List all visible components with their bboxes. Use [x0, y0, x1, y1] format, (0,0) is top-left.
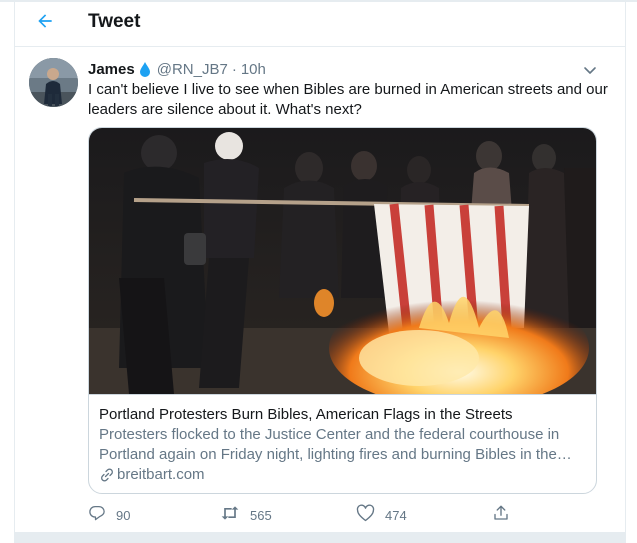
share-icon	[492, 504, 510, 527]
tweet-author-row: James @RN_JB7 · 10h	[88, 59, 266, 79]
reply-icon	[88, 504, 106, 527]
page-title: Tweet	[88, 11, 141, 32]
card-description: Protesters flocked to the Justice Center…	[99, 426, 560, 463]
avatar[interactable]	[29, 58, 78, 107]
link-card[interactable]: Portland Protesters Burn Bibles, America…	[88, 127, 597, 494]
like-count: 474	[385, 507, 407, 523]
reply-button[interactable]: 90	[88, 503, 130, 527]
retweet-count: 565	[250, 507, 272, 523]
card-body[interactable]: Portland Protesters Burn Bibles, America…	[89, 394, 596, 493]
back-button[interactable]	[30, 8, 60, 38]
card-image[interactable]	[89, 128, 596, 394]
author-name[interactable]: James	[88, 61, 135, 78]
like-button[interactable]: 474	[356, 503, 407, 527]
arrow-left-icon	[35, 11, 55, 36]
tweet-actions: 90 565 474	[88, 503, 608, 527]
bottom-divider	[14, 532, 626, 543]
tweet-text: I can't believe I live to see when Bible…	[88, 81, 608, 118]
share-button[interactable]	[492, 503, 510, 527]
chevron-down-icon[interactable]	[582, 62, 598, 78]
link-icon	[99, 467, 115, 483]
reply-count: 90	[116, 507, 131, 523]
tweet-timestamp[interactable]: 10h	[241, 61, 266, 78]
tweet-header: Tweet	[14, 2, 626, 47]
author-handle[interactable]: @RN_JB7	[157, 61, 228, 78]
separator-dot: ·	[231, 60, 237, 78]
retweet-button[interactable]: 565	[220, 503, 272, 527]
water-drop-icon	[138, 61, 152, 78]
card-domain: breitbart.com	[117, 466, 205, 483]
heart-icon	[356, 504, 375, 527]
card-title: Portland Protesters Burn Bibles, America…	[99, 406, 513, 423]
retweet-icon	[220, 504, 240, 527]
card-domain-row: breitbart.com	[99, 465, 584, 485]
